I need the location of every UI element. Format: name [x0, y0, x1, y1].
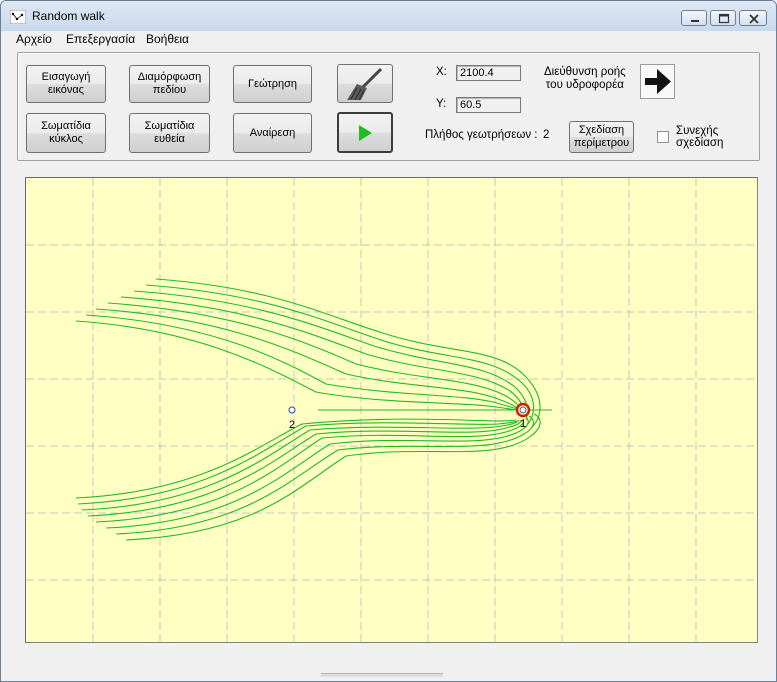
clear-button[interactable]: [337, 64, 393, 103]
window-title: Random walk: [32, 9, 105, 23]
particles-circle-button[interactable]: Σωματίδια κύκλος: [26, 113, 106, 153]
streamlines: [75, 278, 552, 541]
well-count-value: 2: [543, 129, 550, 141]
import-image-button[interactable]: Εισαγωγή εικόνας: [26, 65, 106, 103]
field-config-button[interactable]: Διαμόρφωση πεδίου: [129, 65, 210, 103]
broom-icon: [347, 67, 383, 100]
play-icon: [359, 124, 372, 141]
resize-grip[interactable]: [321, 673, 443, 677]
close-icon: [749, 14, 759, 24]
x-coord-label: X:: [436, 66, 447, 78]
field-canvas[interactable]: 1 2: [25, 177, 758, 643]
x-coord-field[interactable]: 2100.4: [456, 65, 521, 81]
menu-file[interactable]: Αρχείο: [16, 32, 52, 46]
minimize-button[interactable]: [681, 10, 707, 26]
continuous-draw-checkbox[interactable]: [657, 131, 669, 143]
menu-edit[interactable]: Επεξεργασία: [66, 32, 135, 46]
flow-direction-label: Διεύθυνση ροής του υδροφορέα: [544, 66, 626, 91]
flow-direction-selector[interactable]: [640, 64, 675, 99]
menu-help[interactable]: Βοήθεια: [146, 32, 189, 46]
y-coord-field[interactable]: 60.5: [456, 97, 521, 113]
arrow-right-icon: [645, 69, 671, 94]
maximize-button[interactable]: [710, 10, 736, 26]
random-walk-app-icon: [10, 10, 26, 24]
undo-button[interactable]: Αναίρεση: [233, 113, 312, 153]
flow-plot[interactable]: 1 2: [26, 178, 757, 642]
draw-perimeter-button[interactable]: Σχεδίαση περίμετρου: [569, 121, 634, 153]
run-button[interactable]: [337, 112, 393, 153]
title-bar[interactable]: Random walk: [1, 1, 776, 31]
continuous-draw-label: Συνεχής σχεδίαση: [676, 125, 724, 149]
close-button[interactable]: [739, 10, 767, 26]
minimize-icon: [691, 20, 699, 22]
particles-line-button[interactable]: Σωματίδια ευθεία: [129, 113, 210, 153]
observation-well-2[interactable]: 2: [288, 406, 296, 431]
maximize-icon: [718, 13, 730, 24]
drilling-button[interactable]: Γεώτρηση: [233, 65, 312, 103]
well-1-label: 1: [520, 418, 526, 430]
y-coord-label: Y:: [436, 98, 447, 110]
well-2-label: 2: [289, 419, 295, 431]
app-window: Random walk Αρχείο Επεξεργασία Βοήθεια Ε…: [0, 0, 777, 682]
menu-bar: Αρχείο Επεξεργασία Βοήθεια: [1, 31, 776, 48]
well-count-label: Πλήθος γεωτρήσεων :: [425, 129, 538, 141]
